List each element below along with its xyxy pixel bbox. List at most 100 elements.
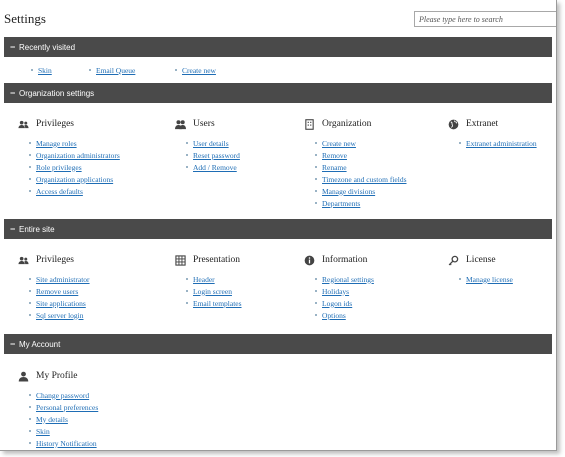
list-item: Email Queue	[89, 64, 135, 76]
list-item: Role privileges	[29, 161, 120, 173]
person-icon	[18, 371, 29, 382]
link-sql-server-login[interactable]: Sql server login	[36, 311, 84, 320]
link-list: Manage license	[459, 273, 513, 285]
column-title: Organization	[322, 119, 372, 129]
link-change-password[interactable]: Change password	[36, 391, 89, 400]
link-rename[interactable]: Rename	[322, 163, 347, 172]
section-header-entire-site[interactable]: − Entire site	[4, 219, 552, 239]
list-item: Manage divisions	[315, 185, 407, 197]
key-icon	[448, 255, 459, 266]
recent-link-list: Create new	[175, 64, 216, 76]
link-user-details[interactable]: User details	[193, 139, 229, 148]
link-history-notification[interactable]: History Notification	[36, 439, 97, 448]
list-item: Options	[315, 309, 374, 321]
collapse-toggle[interactable]: −	[10, 339, 19, 349]
globe-icon	[448, 119, 459, 130]
list-item: Remove	[315, 149, 407, 161]
section-title: My Account	[19, 339, 61, 349]
link-regional-settings[interactable]: Regional settings	[322, 275, 374, 284]
link-organization-applications[interactable]: Organization applications	[36, 175, 113, 184]
link-remove-users[interactable]: Remove users	[36, 287, 78, 296]
recent-link-email-queue[interactable]: Email Queue	[96, 66, 135, 75]
link-departments[interactable]: Departments	[322, 199, 360, 208]
list-item: Regional settings	[315, 273, 374, 285]
list-item: History Notification	[29, 437, 98, 449]
list-item: Remove users	[29, 285, 90, 297]
link-list: Create new Remove Rename Timezone and cu…	[315, 137, 407, 209]
page-title: Settings	[4, 11, 46, 26]
org-privileges-column: Privileges Manage roles Organization adm…	[18, 117, 120, 197]
list-item: Organization administrators	[29, 149, 120, 161]
link-header[interactable]: Header	[193, 275, 215, 284]
column-title: My Profile	[36, 371, 78, 381]
link-site-applications[interactable]: Site applications	[36, 299, 86, 308]
org-extranet-column: Extranet Extranet administration	[448, 117, 537, 149]
section-title: Entire site	[19, 224, 55, 234]
link-extranet-administration[interactable]: Extranet administration	[466, 139, 537, 148]
search-input[interactable]	[414, 11, 556, 27]
site-presentation-column: Presentation Header Login screen Email t…	[175, 253, 242, 309]
link-logon-ids[interactable]: Logon ids	[322, 299, 352, 308]
list-item: Personal preferences	[29, 401, 98, 413]
list-item: User details	[186, 137, 240, 149]
link-list: Extranet administration	[459, 137, 537, 149]
link-options[interactable]: Options	[322, 311, 346, 320]
list-item: Site applications	[29, 297, 90, 309]
recent-link-skin[interactable]: Skin	[38, 66, 52, 75]
list-item: Site administrator	[29, 273, 90, 285]
collapse-toggle[interactable]: −	[10, 42, 19, 52]
link-skin[interactable]: Skin	[36, 427, 50, 436]
link-remove[interactable]: Remove	[322, 151, 347, 160]
column-title: License	[466, 255, 496, 265]
link-personal-preferences[interactable]: Personal preferences	[36, 403, 98, 412]
collapse-toggle[interactable]: −	[10, 88, 19, 98]
users-icon	[18, 255, 29, 266]
link-manage-roles[interactable]: Manage roles	[36, 139, 77, 148]
link-manage-divisions[interactable]: Manage divisions	[322, 187, 375, 196]
section-title: Organization settings	[19, 88, 95, 98]
link-list: User details Reset password Add / Remove	[186, 137, 240, 173]
link-list: Site administrator Remove users Site app…	[29, 273, 90, 321]
list-item: Departments	[315, 197, 407, 209]
link-manage-license[interactable]: Manage license	[466, 275, 513, 284]
link-email-templates[interactable]: Email templates	[193, 299, 242, 308]
collapse-toggle[interactable]: −	[10, 224, 19, 234]
section-header-organization-settings[interactable]: − Organization settings	[4, 83, 552, 103]
column-title: Users	[193, 119, 215, 129]
org-users-column: Users User details Reset password Add / …	[175, 117, 240, 173]
link-access-defaults[interactable]: Access defaults	[36, 187, 83, 196]
list-item: Sql server login	[29, 309, 90, 321]
link-list: Regional settings Holidays Logon ids Opt…	[315, 273, 374, 321]
link-my-details[interactable]: My details	[36, 415, 68, 424]
site-license-column: License Manage license	[448, 253, 513, 285]
column-title: Privileges	[36, 255, 74, 265]
link-role-privileges[interactable]: Role privileges	[36, 163, 82, 172]
users-icon	[18, 119, 29, 130]
link-list: Header Login screen Email templates	[186, 273, 242, 309]
recent-link-create-new[interactable]: Create new	[182, 66, 216, 75]
link-timezone-custom-fields[interactable]: Timezone and custom fields	[322, 175, 407, 184]
info-icon	[304, 255, 315, 266]
section-header-my-account[interactable]: − My Account	[4, 334, 552, 354]
link-list: Change password Personal preferences My …	[29, 389, 98, 449]
grid-icon	[175, 254, 186, 266]
link-create-new[interactable]: Create new	[322, 139, 356, 148]
list-item: Email templates	[186, 297, 242, 309]
list-item: Organization applications	[29, 173, 120, 185]
link-holidays[interactable]: Holidays	[322, 287, 349, 296]
list-item: Add / Remove	[186, 161, 240, 173]
link-login-screen[interactable]: Login screen	[193, 287, 232, 296]
link-add-remove[interactable]: Add / Remove	[193, 163, 237, 172]
site-information-column: Information Regional settings Holidays L…	[304, 253, 374, 321]
list-item: Rename	[315, 161, 407, 173]
column-title: Presentation	[193, 255, 240, 265]
section-header-recently-visited[interactable]: − Recently visited	[4, 37, 552, 57]
building-icon	[304, 118, 315, 130]
column-title: Information	[322, 255, 368, 265]
list-item: Access defaults	[29, 185, 120, 197]
link-site-administrator[interactable]: Site administrator	[36, 275, 90, 284]
column-title: Privileges	[36, 119, 74, 129]
link-reset-password[interactable]: Reset password	[193, 151, 240, 160]
org-organization-column: Organization Create new Remove Rename Ti…	[304, 117, 407, 209]
link-organization-administrators[interactable]: Organization administrators	[36, 151, 120, 160]
